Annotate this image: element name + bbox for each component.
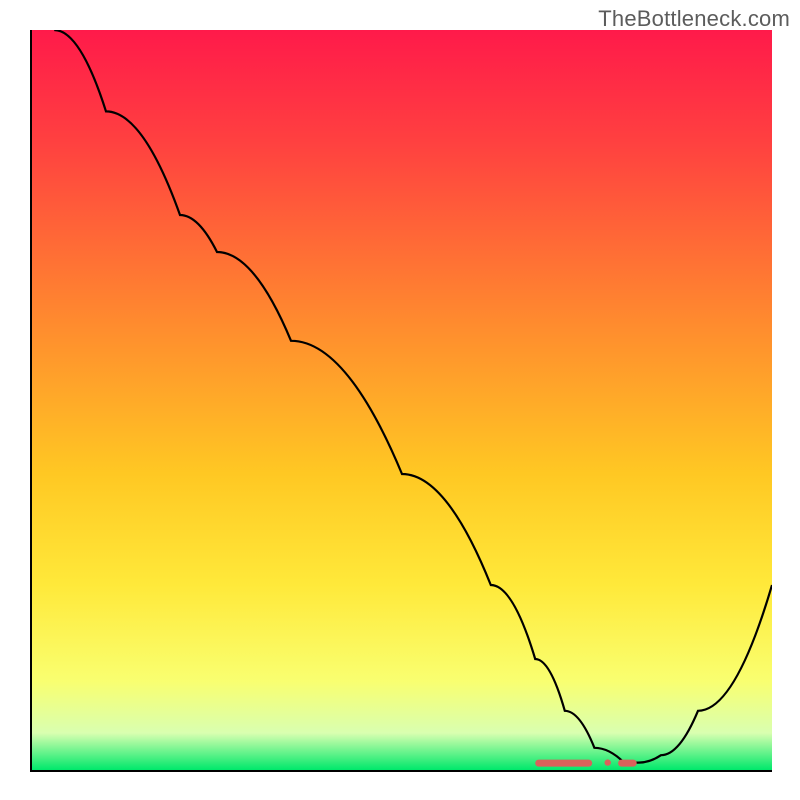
chart-container: TheBottleneck.com	[0, 0, 800, 800]
watermark-text: TheBottleneck.com	[598, 6, 790, 32]
gradient-background	[32, 30, 772, 770]
marker-band	[535, 759, 637, 766]
chart-plot-area	[30, 30, 772, 772]
chart-svg	[32, 30, 772, 770]
